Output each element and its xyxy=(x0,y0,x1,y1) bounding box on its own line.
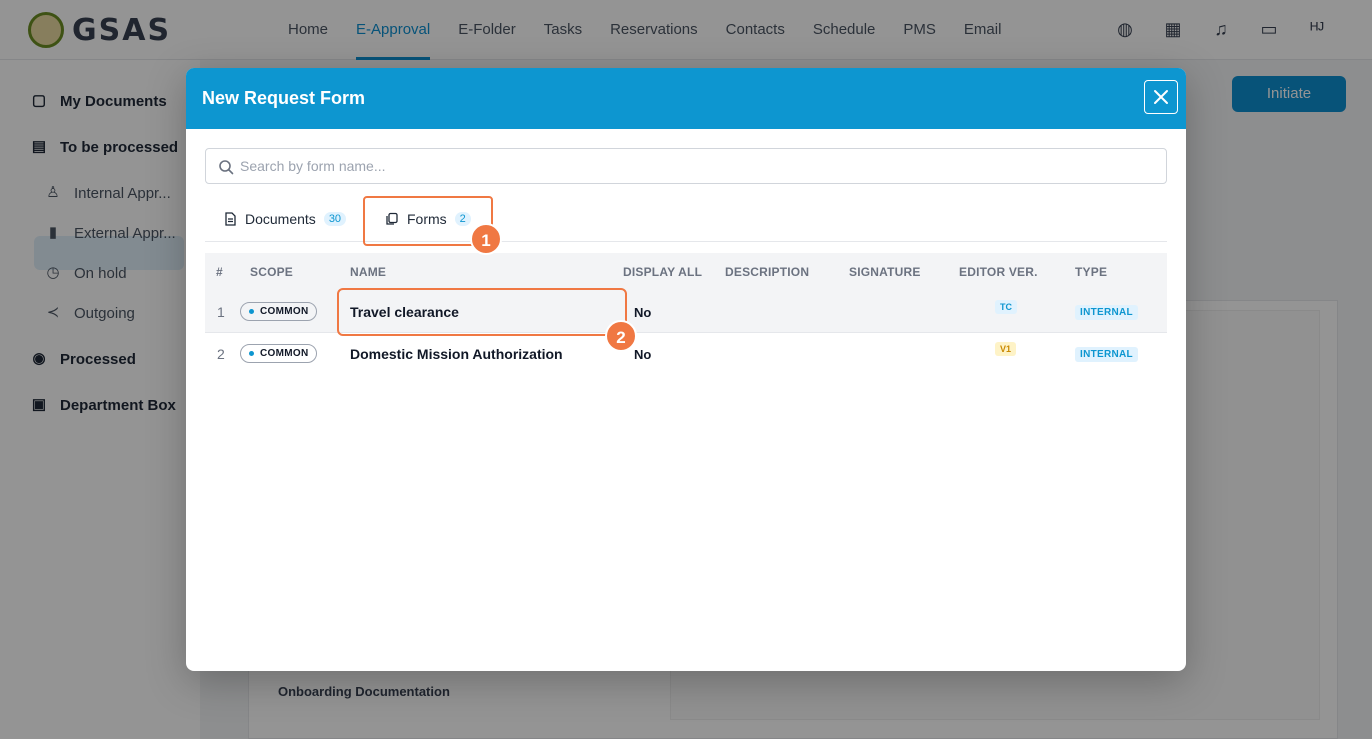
annotation-highlight-travel-clearance xyxy=(337,288,627,336)
close-icon xyxy=(1154,90,1168,104)
scope-dot-icon xyxy=(249,309,254,314)
search-box xyxy=(205,148,1167,184)
column-header-editor-ver: EDITOR VER. xyxy=(959,265,1038,279)
tab-documents-count: 30 xyxy=(323,212,347,226)
column-header-scope: SCOPE xyxy=(250,265,294,279)
new-request-form-modal: New Request Form Documents 30 xyxy=(186,68,1186,671)
annotation-step-1: 1 xyxy=(470,223,502,255)
scope-dot-icon xyxy=(249,351,254,356)
form-name[interactable]: Domestic Mission Authorization xyxy=(350,346,563,362)
display-all-value: No xyxy=(634,305,652,320)
row-number: 2 xyxy=(217,346,225,362)
column-header-type: TYPE xyxy=(1075,265,1108,279)
table-row[interactable]: 2 COMMON Domestic Mission Authorization … xyxy=(205,333,1167,375)
tab-documents[interactable]: Documents 30 xyxy=(223,196,347,242)
column-header-display-all: DISPLAY ALL xyxy=(623,265,703,279)
tab-bar: Documents 30 Forms 2 xyxy=(205,196,1167,242)
search-icon xyxy=(219,160,234,175)
search-input[interactable] xyxy=(240,149,1160,183)
annotation-step-2: 2 xyxy=(605,320,637,352)
close-button[interactable] xyxy=(1144,80,1178,114)
document-icon xyxy=(225,212,236,226)
column-header-name: NAME xyxy=(350,265,387,279)
column-header-num: # xyxy=(216,265,223,279)
row-number: 1 xyxy=(217,304,225,320)
column-header-signature: SIGNATURE xyxy=(849,265,921,279)
modal-title: New Request Form xyxy=(202,88,366,108)
type-badge: INTERNAL xyxy=(1075,305,1138,320)
modal-header: New Request Form xyxy=(186,68,1186,129)
scope-badge: COMMON xyxy=(240,344,318,363)
type-badge: INTERNAL xyxy=(1075,347,1138,362)
tab-documents-label: Documents xyxy=(245,211,316,227)
editor-version-badge: V1 xyxy=(995,342,1017,356)
editor-version-badge: TC xyxy=(995,300,1017,314)
display-all-value: No xyxy=(634,347,652,362)
table-header: # SCOPE NAME DISPLAY ALL DESCRIPTION SIG… xyxy=(205,253,1167,291)
column-header-description: DESCRIPTION xyxy=(725,265,810,279)
scope-badge: COMMON xyxy=(240,302,318,321)
